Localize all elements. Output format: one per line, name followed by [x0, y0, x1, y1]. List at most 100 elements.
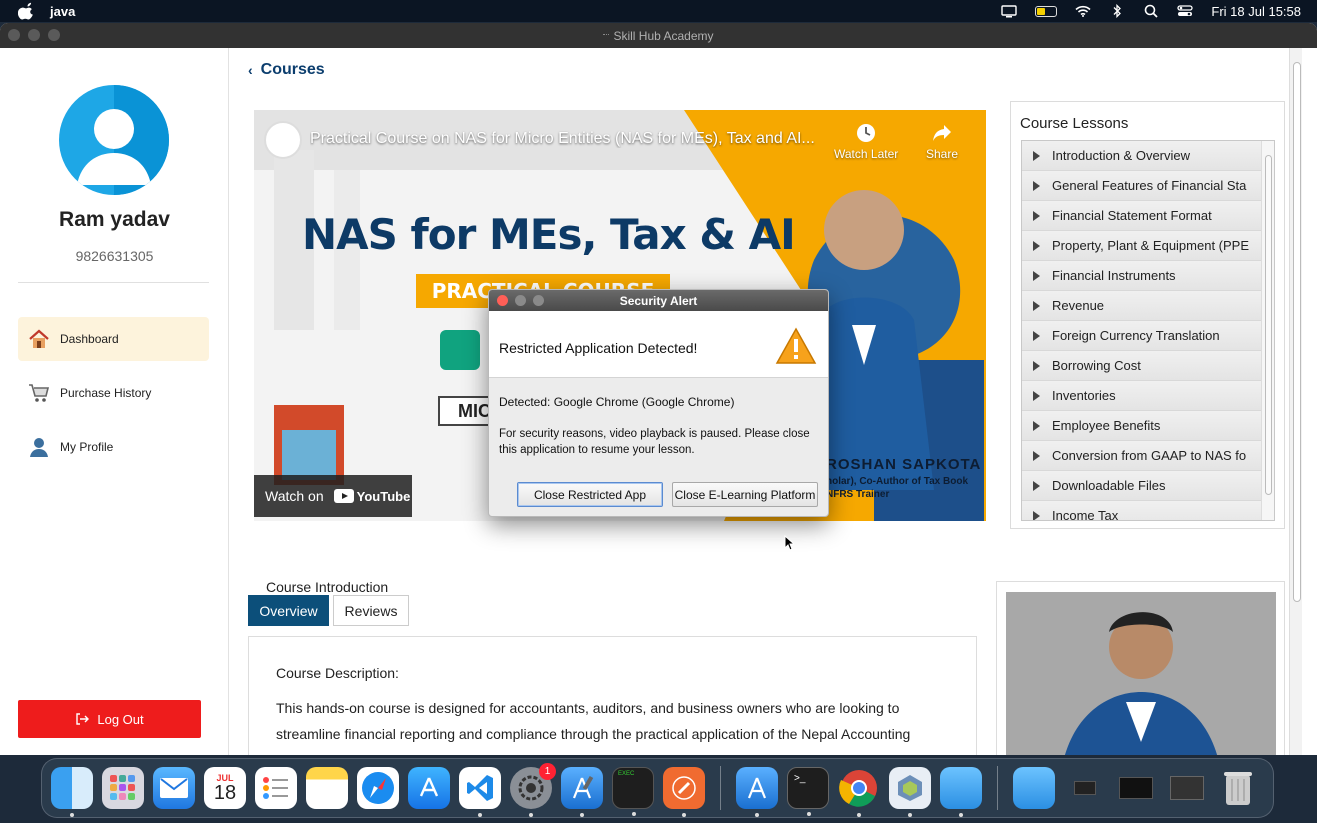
app-store-icon[interactable]: [408, 767, 450, 809]
dock-separator: [997, 766, 998, 810]
expand-triangle-icon[interactable]: [1033, 210, 1040, 221]
lesson-label: Financial Instruments: [1052, 268, 1176, 283]
expand-triangle-icon[interactable]: [1033, 480, 1040, 491]
share-button[interactable]: Share: [926, 122, 958, 161]
sidebar-item-dashboard[interactable]: Dashboard: [18, 317, 209, 361]
folder-icon[interactable]: [940, 767, 982, 817]
lesson-item[interactable]: Inventories: [1022, 381, 1262, 411]
lessons-tree[interactable]: Introduction & Overview General Features…: [1021, 140, 1275, 521]
minimized-window-icon[interactable]: [1064, 767, 1106, 809]
back-to-courses-link[interactable]: ‹ Courses: [248, 61, 325, 79]
dialog-close-button[interactable]: [497, 295, 508, 306]
security-alert-dialog: Security Alert Restricted Application De…: [488, 289, 829, 517]
instructor-card: [996, 581, 1285, 755]
minimize-window-button[interactable]: [28, 29, 40, 41]
launchpad-icon[interactable]: [102, 767, 144, 809]
page-title: Courses: [260, 61, 325, 78]
watch-on-youtube-button[interactable]: Watch on YouTube: [254, 475, 412, 517]
lesson-item[interactable]: Foreign Currency Translation: [1022, 321, 1262, 351]
search-icon[interactable]: [1143, 4, 1159, 18]
close-window-button[interactable]: [8, 29, 20, 41]
youtube-play-icon: [333, 489, 354, 503]
expand-triangle-icon[interactable]: [1033, 330, 1040, 341]
close-restricted-app-button[interactable]: Close Restricted App: [517, 482, 663, 507]
lessons-scrollbar[interactable]: [1261, 141, 1274, 520]
expand-triangle-icon[interactable]: [1033, 450, 1040, 461]
trash-icon[interactable]: [1217, 767, 1259, 809]
watch-later-button[interactable]: Watch Later: [834, 122, 898, 161]
display-icon[interactable]: [1001, 4, 1018, 18]
exec-terminal-icon[interactable]: EXEC: [612, 767, 654, 816]
course-lessons-panel: Course Lessons Introduction & Overview G…: [1010, 101, 1285, 529]
java-app-icon[interactable]: [889, 767, 931, 817]
lessons-scroll-thumb[interactable]: [1265, 155, 1272, 495]
bluetooth-icon[interactable]: [1109, 4, 1125, 18]
video-title[interactable]: Practical Course on NAS for Micro Entiti…: [310, 130, 830, 148]
expand-triangle-icon[interactable]: [1033, 420, 1040, 431]
apple-icon[interactable]: [18, 2, 36, 20]
lesson-label: Property, Plant & Equipment (PPE: [1052, 238, 1250, 253]
lesson-item[interactable]: Financial Instruments: [1022, 261, 1262, 291]
lesson-item[interactable]: Property, Plant & Equipment (PPE: [1022, 231, 1262, 261]
lesson-item[interactable]: Employee Benefits: [1022, 411, 1262, 441]
lesson-item[interactable]: General Features of Financial Sta: [1022, 171, 1262, 201]
terminal-icon[interactable]: >_: [787, 767, 829, 816]
finder-icon[interactable]: [51, 767, 93, 817]
expand-triangle-icon[interactable]: [1033, 360, 1040, 371]
window-titlebar[interactable]: Skill Hub Academy: [0, 23, 1317, 48]
minimized-window-icon[interactable]: [1166, 767, 1208, 809]
battery-icon[interactable]: [1035, 5, 1058, 17]
dialog-zoom-button[interactable]: [533, 295, 544, 306]
mail-icon[interactable]: [153, 767, 195, 809]
active-app-name[interactable]: java: [50, 4, 75, 19]
channel-logo[interactable]: [264, 121, 302, 159]
window-controls: [8, 29, 60, 41]
expand-triangle-icon[interactable]: [1033, 150, 1040, 161]
lesson-item[interactable]: Income Tax: [1022, 501, 1262, 520]
clock[interactable]: Fri 18 Jul 15:58: [1211, 4, 1301, 19]
calendar-icon[interactable]: JUL 18: [204, 767, 246, 809]
expand-triangle-icon[interactable]: [1033, 270, 1040, 281]
lesson-item[interactable]: Conversion from GAAP to NAS fo: [1022, 441, 1262, 471]
expand-triangle-icon[interactable]: [1033, 300, 1040, 311]
expand-triangle-icon[interactable]: [1033, 390, 1040, 401]
main-scrollbar[interactable]: [1289, 48, 1302, 755]
safari-icon[interactable]: [357, 767, 399, 809]
zoom-window-button[interactable]: [48, 29, 60, 41]
chrome-icon[interactable]: [838, 767, 880, 817]
postman-icon[interactable]: [663, 767, 705, 817]
wifi-icon[interactable]: [1075, 4, 1091, 18]
lesson-item[interactable]: Introduction & Overview: [1022, 141, 1262, 171]
lesson-item[interactable]: Borrowing Cost: [1022, 351, 1262, 381]
system-settings-icon[interactable]: 1: [510, 763, 556, 817]
sidebar-item-my-profile[interactable]: My Profile: [18, 425, 209, 469]
tab-overview[interactable]: Overview: [248, 595, 329, 626]
lesson-item[interactable]: Downloadable Files: [1022, 471, 1262, 501]
xcode-icon[interactable]: [561, 767, 603, 817]
lesson-item[interactable]: Financial Statement Format: [1022, 201, 1262, 231]
minimized-window-icon[interactable]: [1115, 767, 1157, 809]
dialog-minimize-button[interactable]: [515, 295, 526, 306]
description-title: Course Description:: [276, 665, 399, 681]
dialog-titlebar[interactable]: Security Alert: [489, 290, 828, 311]
expand-triangle-icon[interactable]: [1033, 240, 1040, 251]
reminders-icon[interactable]: [255, 767, 297, 809]
expand-triangle-icon[interactable]: [1033, 510, 1040, 520]
lessons-title: Course Lessons: [1020, 115, 1129, 132]
vscode-icon[interactable]: [459, 767, 501, 817]
logout-button[interactable]: Log Out: [18, 700, 201, 738]
xcode-icon[interactable]: [736, 767, 778, 817]
menu-bar: java Fri 18 Jul 15:58: [0, 0, 1317, 22]
main-scroll-thumb[interactable]: [1293, 62, 1301, 602]
java-icon: [603, 33, 610, 38]
notes-icon[interactable]: [306, 767, 348, 809]
control-center-icon[interactable]: [1177, 4, 1194, 18]
lesson-item[interactable]: Revenue: [1022, 291, 1262, 321]
documents-folder-icon[interactable]: [1013, 767, 1055, 809]
lesson-label: Foreign Currency Translation: [1052, 328, 1220, 343]
close-platform-button[interactable]: Close E-Learning Platform: [672, 482, 818, 507]
sidebar-item-purchase-history[interactable]: Purchase History: [18, 371, 209, 415]
notification-badge: 1: [539, 763, 556, 780]
tab-reviews[interactable]: Reviews: [333, 595, 409, 626]
expand-triangle-icon[interactable]: [1033, 180, 1040, 191]
